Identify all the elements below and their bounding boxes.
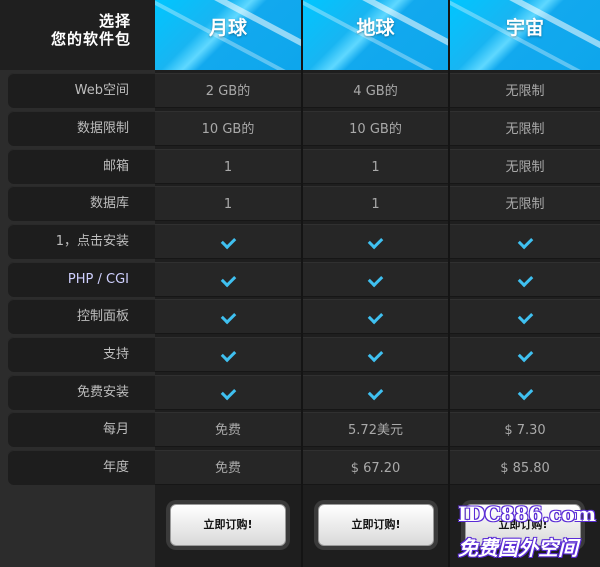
- checkmark-icon: [220, 233, 236, 250]
- choose-package-title: 选择 您的软件包: [0, 0, 155, 70]
- watermark-line-2: 免费国外空间: [458, 536, 578, 560]
- plan-cell: [303, 375, 448, 410]
- plan-cell: [155, 262, 301, 297]
- checkmark-icon: [220, 308, 236, 325]
- checkmark-icon: [367, 308, 384, 325]
- plan-cell: 1: [155, 149, 301, 184]
- plan-cell: 10 GB的: [303, 111, 448, 146]
- plan-header: 月球: [155, 0, 301, 70]
- watermark-line-1: IDC886.com: [458, 502, 597, 526]
- checkmark-icon: [517, 233, 533, 250]
- checkmark-icon: [367, 233, 384, 250]
- feature-label: 控制面板: [76, 309, 129, 324]
- plan-cell: 无限制: [450, 149, 600, 184]
- feature-label: 支持: [102, 347, 129, 362]
- plan-cell: 4 GB的: [303, 73, 448, 108]
- plan-cell: [450, 262, 600, 297]
- plan-column-earth: 地球 4 GB的 10 GB的 1 1 5.72美元 $ 67.20: [303, 0, 448, 567]
- plan-header: 宇宙: [450, 0, 600, 70]
- checkmark-icon: [367, 384, 384, 401]
- feature-row-control-panel: 控制面板: [8, 299, 155, 334]
- plan-cell: $ 67.20: [303, 450, 448, 485]
- plan-cell: 1: [303, 149, 448, 184]
- plan-cell: [303, 224, 448, 259]
- plan-name: 地球: [356, 17, 395, 39]
- feature-label: 免费安装: [76, 385, 129, 400]
- feature-row-web-space: Web空间: [8, 73, 155, 108]
- plan-cell: [450, 337, 600, 372]
- feature-row-email: 邮箱: [8, 149, 155, 184]
- plan-cell: [155, 337, 301, 372]
- feature-label: 邮箱: [102, 159, 129, 174]
- column-divider: [448, 0, 450, 567]
- checkmark-icon: [517, 271, 533, 288]
- plan-cell: [155, 299, 301, 334]
- feature-label: 数据限制: [76, 121, 129, 136]
- plan-header: 地球: [303, 0, 448, 70]
- pricing-table: 选择 您的软件包 Web空间 数据限制 邮箱 数据库 1，点击安装 PHP / …: [0, 0, 600, 567]
- watermark: IDC886.com 免费国外空间: [452, 500, 600, 567]
- plan-cell: 5.72美元: [303, 412, 448, 447]
- feature-row-free-install: 免费安装: [8, 375, 155, 410]
- feature-label: 每月: [102, 422, 129, 437]
- checkmark-icon: [220, 271, 236, 288]
- feature-row-data-limit: 数据限制: [8, 111, 155, 146]
- feature-label: PHP / CGI: [67, 272, 129, 287]
- plan-cell: 2 GB的: [155, 73, 301, 108]
- plan-column-moon: 月球 2 GB的 10 GB的 1 1 免费 免费: [155, 0, 301, 567]
- plan-cell: 免费: [155, 412, 301, 447]
- plan-cell: [450, 299, 600, 334]
- order-now-button-moon[interactable]: 立即订购!: [170, 504, 286, 546]
- feature-label: 数据库: [89, 196, 129, 211]
- feature-row-support: 支持: [8, 337, 155, 372]
- plan-cell: $ 85.80: [450, 450, 600, 485]
- plan-cell: 1: [155, 186, 301, 221]
- feature-label: Web空间: [74, 83, 129, 98]
- checkmark-icon: [367, 271, 384, 288]
- checkmark-icon: [220, 346, 236, 363]
- feature-row-one-click-install: 1，点击安装: [8, 224, 155, 259]
- checkmark-icon: [220, 384, 236, 401]
- plan-column-universe: 宇宙 无限制 无限制 无限制 无限制 $ 7.30 $ 85.80: [450, 0, 600, 567]
- feature-label: 年度: [102, 460, 129, 475]
- feature-row-yearly: 年度: [8, 450, 155, 485]
- plan-cell: 免费: [155, 450, 301, 485]
- plan-cell: 无限制: [450, 186, 600, 221]
- plan-cell: 无限制: [450, 111, 600, 146]
- title-line-2: 您的软件包: [50, 30, 131, 48]
- plan-cell: 10 GB的: [155, 111, 301, 146]
- plan-cell: [303, 337, 448, 372]
- plan-cell: 无限制: [450, 73, 600, 108]
- feature-row-database: 数据库: [8, 186, 155, 221]
- plan-name: 月球: [208, 17, 247, 39]
- plan-cell: 1: [303, 186, 448, 221]
- plan-cell: [450, 375, 600, 410]
- plan-cell: [303, 262, 448, 297]
- checkmark-icon: [517, 346, 533, 363]
- checkmark-icon: [517, 384, 533, 401]
- feature-label-column: 选择 您的软件包 Web空间 数据限制 邮箱 数据库 1，点击安装 PHP / …: [0, 0, 155, 567]
- plan-cell: [155, 375, 301, 410]
- feature-row-php-cgi: PHP / CGI: [8, 262, 155, 297]
- plan-name: 宇宙: [505, 17, 544, 39]
- feature-label: 1，点击安装: [55, 234, 129, 249]
- column-divider: [301, 0, 303, 567]
- plan-cell: $ 7.30: [450, 412, 600, 447]
- feature-row-monthly: 每月: [8, 412, 155, 447]
- checkmark-icon: [367, 346, 384, 363]
- plan-cell: [450, 224, 600, 259]
- plan-cell: [303, 299, 448, 334]
- order-now-button-earth[interactable]: 立即订购!: [318, 504, 434, 546]
- checkmark-icon: [517, 308, 533, 325]
- plan-cell: [155, 224, 301, 259]
